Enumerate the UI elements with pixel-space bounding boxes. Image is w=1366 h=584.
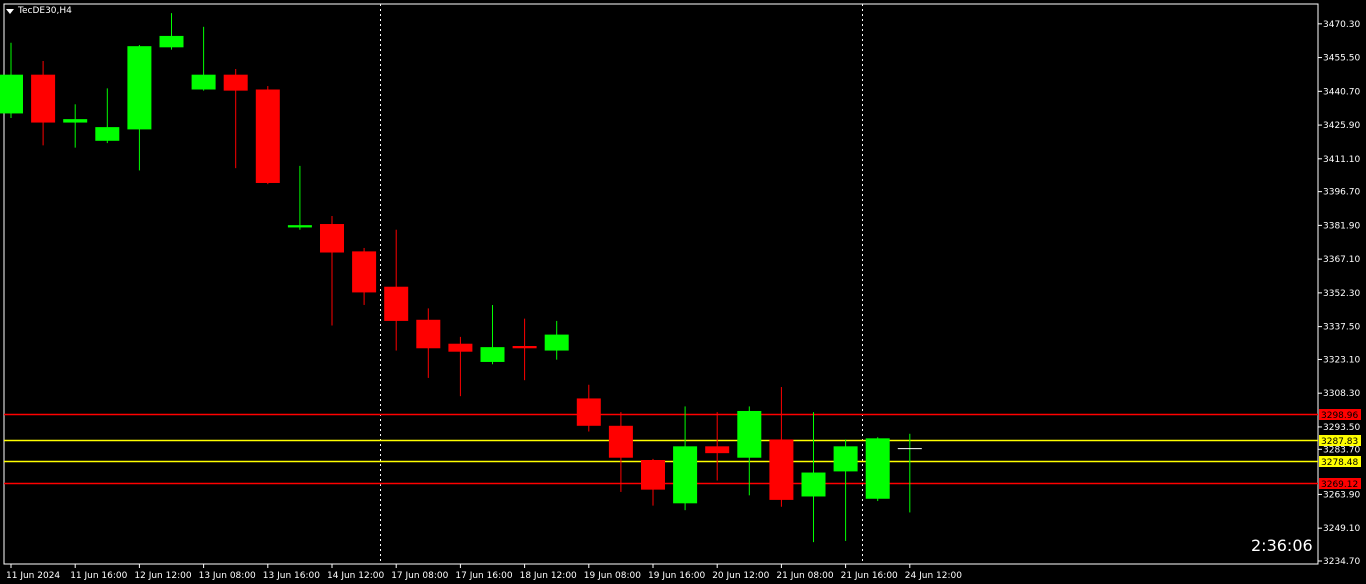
bar-countdown-timer: 2:36:06	[1251, 536, 1313, 555]
y-tick-label-5: 3396.70	[1323, 188, 1360, 198]
candle-body-2	[63, 119, 88, 123]
x-tick-label-12: 21 Jun 08:00	[776, 571, 833, 581]
candle-body-19	[608, 425, 633, 458]
candle-body-18	[576, 398, 601, 426]
candle-body-10	[320, 224, 344, 253]
x-tick-label-2: 12 Jun 12:00	[134, 571, 191, 581]
candle-body-3	[95, 127, 120, 141]
y-tick-label-15: 3249.10	[1323, 524, 1360, 534]
candle-body-4	[127, 46, 152, 130]
candle-body-0	[0, 74, 23, 114]
candle-body-8	[255, 89, 280, 183]
candle-body-6	[191, 74, 216, 90]
candle-body-24	[769, 439, 794, 500]
candle-body-7	[223, 74, 248, 91]
x-tick-label-5: 14 Jun 12:00	[327, 571, 384, 581]
level-label-0: 3298.96	[1321, 411, 1358, 421]
candle-body-21	[673, 446, 698, 504]
symbol-label: TecDE30,H4	[18, 6, 72, 16]
y-tick-label-4: 3411.10	[1323, 155, 1360, 165]
candle-body-1	[31, 74, 56, 123]
y-tick-label-0: 3470.30	[1323, 20, 1360, 30]
x-tick-label-4: 13 Jun 16:00	[263, 571, 320, 581]
candle-body-5	[159, 35, 184, 48]
candle-body-23	[737, 410, 762, 458]
candle-body-14	[448, 343, 473, 352]
y-tick-label-7: 3367.10	[1323, 255, 1360, 265]
candle-body-9	[287, 225, 312, 228]
x-tick-label-14: 24 Jun 12:00	[905, 571, 962, 581]
x-tick-label-13: 21 Jun 16:00	[841, 571, 898, 581]
y-tick-label-9: 3337.50	[1323, 323, 1360, 333]
price-chart[interactable]: 3470.30 3455.50 3440.70 3425.90 3411.10 3396.…	[0, 0, 1366, 584]
x-tick-label-9: 19 Jun 08:00	[584, 571, 641, 581]
x-tick-label-6: 17 Jun 08:00	[391, 571, 448, 581]
candle-body-15	[480, 347, 505, 362]
x-tick-label-8: 18 Jun 12:00	[520, 571, 577, 581]
candle-body-17	[544, 334, 569, 351]
candle-body-16	[512, 345, 537, 349]
x-tick-label-1: 11 Jun 16:00	[70, 571, 127, 581]
x-tick-label-11: 20 Jun 12:00	[712, 571, 769, 581]
candle-body-12	[384, 286, 409, 321]
y-tick-label-12: 3293.50	[1323, 423, 1360, 433]
level-label-2: 3278.48	[1321, 458, 1358, 468]
y-tick-label-3: 3425.90	[1323, 121, 1360, 131]
x-tick-label-7: 17 Jun 16:00	[455, 571, 512, 581]
y-tick-label-8: 3352.30	[1323, 289, 1360, 299]
candle-body-13	[416, 319, 441, 349]
y-tick-label-16: 3234.70	[1323, 557, 1360, 567]
level-label-3: 3269.12	[1321, 480, 1358, 490]
x-tick-label-10: 19 Jun 16:00	[648, 571, 705, 581]
y-tick-label-1: 3455.50	[1323, 54, 1360, 64]
candle-body-22	[705, 446, 730, 454]
candle-body-26	[833, 446, 858, 472]
candle-body-27	[865, 438, 890, 499]
y-tick-label-6: 3381.90	[1323, 221, 1360, 231]
x-tick-label-0: 11 Jun 2024	[6, 571, 60, 581]
candle-body-11	[352, 251, 377, 293]
candle-body-25	[801, 472, 826, 497]
x-tick-label-3: 13 Jun 08:00	[199, 571, 256, 581]
y-tick-label-14: 3263.90	[1323, 490, 1360, 500]
level-label-1: 3287.83	[1321, 437, 1358, 447]
dropdown-triangle-icon	[6, 8, 14, 14]
candle-body-20	[641, 459, 665, 490]
symbol-menu[interactable]: TecDE30,H4	[6, 6, 72, 16]
y-tick-label-2: 3440.70	[1323, 87, 1360, 97]
y-tick-label-10: 3323.10	[1323, 355, 1360, 365]
y-tick-label-11: 3308.30	[1323, 389, 1360, 399]
